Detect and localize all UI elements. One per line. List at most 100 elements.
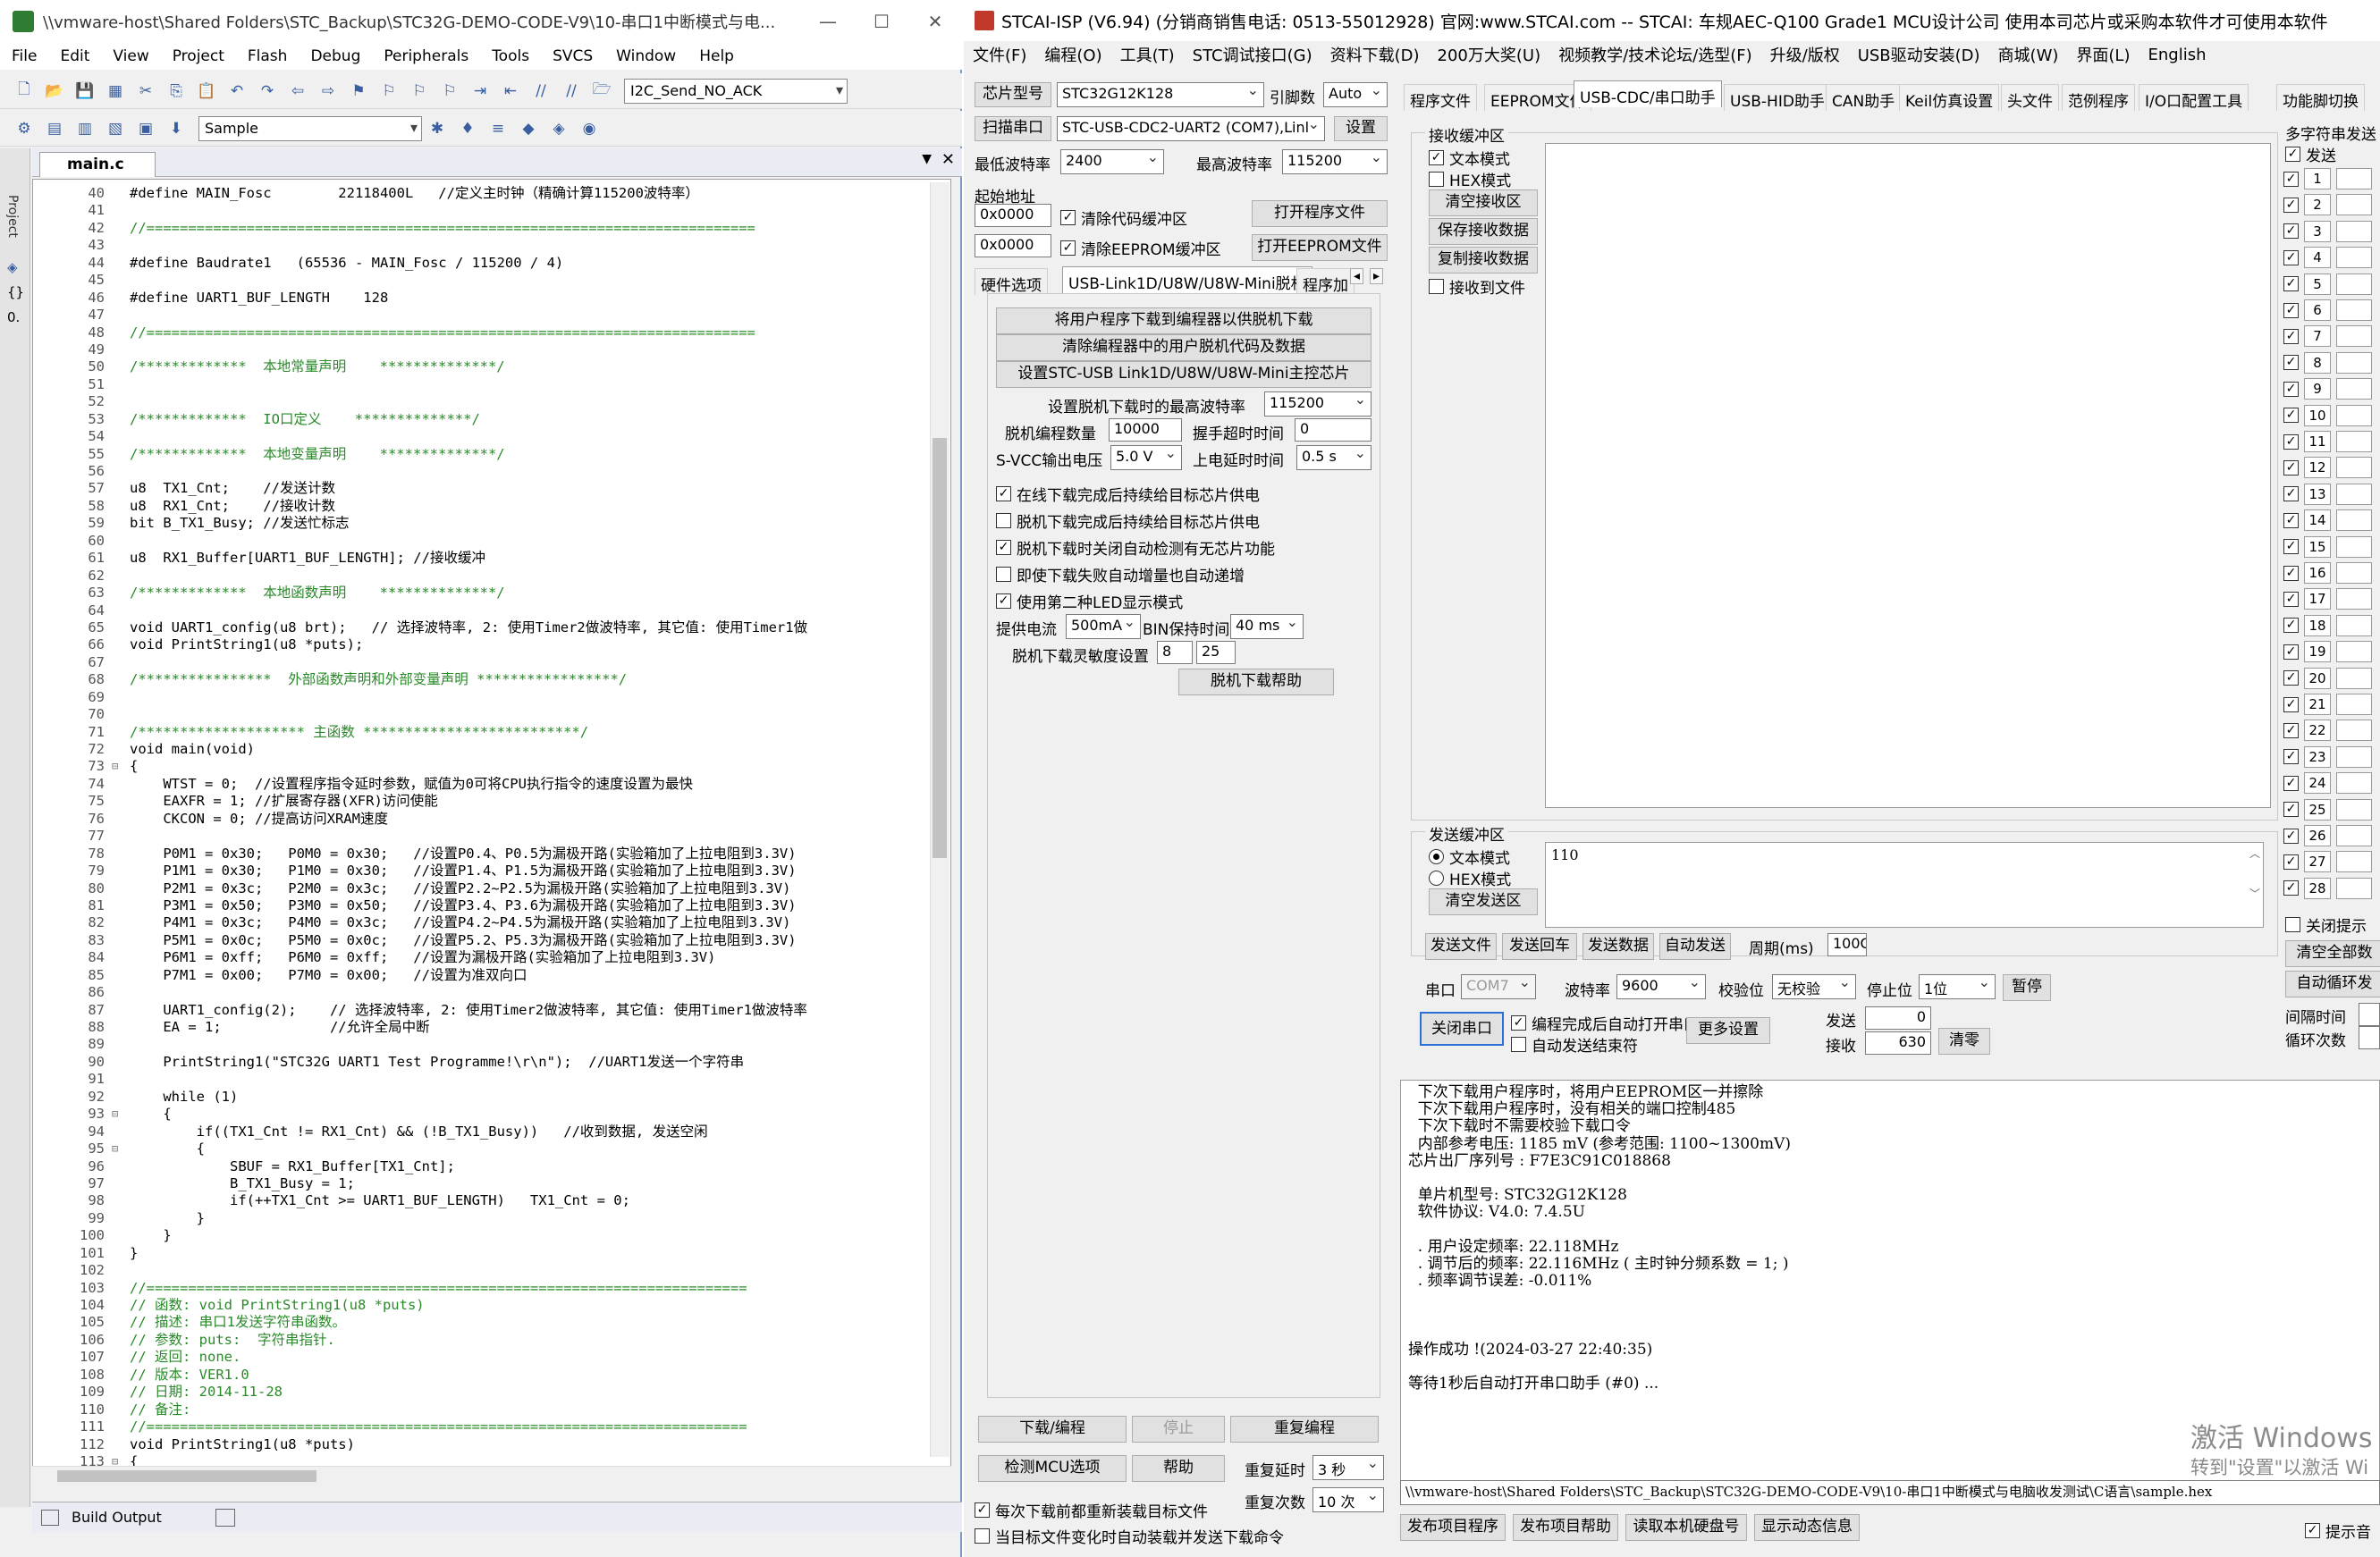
- offline-count-input[interactable]: 10000: [1109, 418, 1182, 442]
- multi-row-index-button[interactable]: 5: [2304, 273, 2331, 295]
- stc-menu-upgrade[interactable]: 升级/版权: [1761, 43, 1849, 66]
- multi-row-checkbox[interactable]: ✓: [2283, 302, 2299, 318]
- send-file-button[interactable]: 发送文件: [1425, 933, 1497, 960]
- multi-row-index-button[interactable]: 13: [2304, 483, 2331, 505]
- find-in-files-icon[interactable]: 🗁: [590, 80, 613, 103]
- fold-marker-icon[interactable]: [112, 1089, 130, 1106]
- multi-row-index-button[interactable]: 4: [2304, 247, 2331, 269]
- undo-icon[interactable]: ↶: [225, 80, 249, 103]
- show-dynamic-info-button[interactable]: 显示动态信息: [1754, 1514, 1860, 1541]
- tab-pin-switch[interactable]: 功能脚切换: [2276, 84, 2365, 111]
- menu-view[interactable]: View: [101, 47, 160, 65]
- target-select[interactable]: Sample: [198, 115, 422, 141]
- menu-edit[interactable]: Edit: [48, 47, 101, 65]
- multi-row-checkbox[interactable]: ✓: [2283, 459, 2299, 476]
- auto-reload-box[interactable]: [975, 1528, 990, 1544]
- baud-rate-select[interactable]: 9600: [1616, 974, 1706, 999]
- multi-row-index-button[interactable]: 20: [2304, 667, 2331, 689]
- reload-before-download-checkbox[interactable]: ✓ 每次下载前都重新装载目标文件: [975, 1499, 1208, 1521]
- fold-marker-icon[interactable]: [112, 636, 130, 653]
- multi-row-checkbox[interactable]: ✓: [2283, 565, 2299, 581]
- fold-marker-icon[interactable]: [112, 185, 130, 202]
- fold-marker-icon[interactable]: [112, 1297, 130, 1314]
- copy-receive-button[interactable]: 复制接收数据: [1429, 247, 1538, 274]
- fold-marker-icon[interactable]: [112, 1175, 130, 1192]
- fold-marker-icon[interactable]: [112, 897, 130, 914]
- chip-model-select[interactable]: STC32G12K128: [1057, 82, 1264, 107]
- menu-project[interactable]: Project: [161, 47, 236, 65]
- loop-count-input[interactable]: [2359, 1026, 2380, 1049]
- set-master-chip-button[interactable]: 设置STC-USB Link1D/U8W/U8W-Mini主控芯片: [996, 361, 1371, 388]
- tab-can-assistant[interactable]: CAN助手: [1826, 84, 1902, 111]
- fold-marker-icon[interactable]: [112, 428, 130, 445]
- redo-icon[interactable]: ↷: [256, 80, 279, 103]
- multi-row-checkbox[interactable]: ✓: [2283, 486, 2299, 502]
- fold-marker-icon[interactable]: [112, 358, 130, 375]
- fold-marker-icon[interactable]: [112, 654, 130, 671]
- fold-marker-icon[interactable]: [112, 1384, 130, 1401]
- function-select[interactable]: I2C_Send_NO_ACK: [624, 78, 848, 104]
- multi-send-box[interactable]: ✓: [2285, 147, 2300, 162]
- fold-marker-icon[interactable]: [112, 1158, 130, 1175]
- fold-marker-icon[interactable]: ⊟: [112, 1106, 130, 1123]
- max-baud-select[interactable]: 115200: [1282, 149, 1388, 174]
- fold-marker-icon[interactable]: [112, 1280, 130, 1297]
- stc-menu-ui[interactable]: 界面(L): [2067, 43, 2139, 66]
- stc-menu-program[interactable]: 编程(O): [1035, 43, 1110, 66]
- tab-header-file[interactable]: 头文件: [2001, 84, 2059, 111]
- multi-row-index-button[interactable]: 23: [2304, 745, 2331, 768]
- read-disk-id-button[interactable]: 读取本机硬盘号: [1625, 1514, 1747, 1541]
- save-receive-button[interactable]: 保存接收数据: [1429, 218, 1538, 245]
- tab-list-icon[interactable]: ▼: [922, 152, 932, 166]
- multi-row-input[interactable]: [2336, 798, 2372, 821]
- fold-marker-icon[interactable]: [112, 533, 130, 550]
- multi-row-input[interactable]: [2336, 851, 2372, 873]
- port-select[interactable]: STC-USB-CDC2-UART2 (COM7),Linl: [1057, 116, 1325, 141]
- reload-before-download-box[interactable]: ✓: [975, 1502, 990, 1518]
- editor-horizontal-scroll-thumb[interactable]: [57, 1470, 316, 1482]
- multi-row-index-button[interactable]: 16: [2304, 562, 2331, 584]
- fold-marker-icon[interactable]: [112, 220, 130, 237]
- menu-debug[interactable]: Debug: [299, 47, 372, 65]
- repeat-program-button[interactable]: 重复编程: [1230, 1416, 1379, 1443]
- interval-input[interactable]: [2359, 1003, 2380, 1026]
- debug-settings-icon[interactable]: ◉: [578, 117, 601, 140]
- build-icon[interactable]: ▤: [43, 117, 66, 140]
- multi-row-index-button[interactable]: 27: [2304, 851, 2331, 873]
- multi-row-input[interactable]: [2336, 588, 2372, 610]
- fold-marker-icon[interactable]: ⊟: [112, 1140, 130, 1157]
- publish-program-button[interactable]: 发布项目程序: [1400, 1514, 1506, 1541]
- fold-marker-icon[interactable]: [112, 689, 130, 706]
- fold-marker-icon[interactable]: [112, 776, 130, 793]
- multi-row-index-button[interactable]: 14: [2304, 509, 2331, 532]
- fold-marker-icon[interactable]: [112, 1002, 130, 1019]
- offline-option-2-box[interactable]: [996, 513, 1011, 528]
- multi-row-input[interactable]: [2336, 404, 2372, 426]
- fold-marker-icon[interactable]: [112, 1262, 130, 1279]
- multi-row-checkbox[interactable]: ✓: [2283, 591, 2299, 607]
- auto-send-button[interactable]: 自动发送: [1659, 933, 1731, 960]
- multi-row-index-button[interactable]: 28: [2304, 877, 2331, 899]
- serial-port-select[interactable]: COM7: [1461, 974, 1536, 999]
- clear-send-button[interactable]: 清空发送区: [1429, 888, 1538, 915]
- fold-marker-icon[interactable]: [112, 498, 130, 515]
- build-output-tab[interactable]: Build Output: [72, 1509, 162, 1526]
- fold-marker-icon[interactable]: [112, 341, 130, 358]
- auto-send-end-checkbox[interactable]: 自动发送结束符: [1511, 1033, 1638, 1056]
- multi-row-input[interactable]: [2336, 378, 2372, 400]
- tab-keil-sim[interactable]: Keil仿真设置: [1899, 84, 2000, 111]
- multi-row-input[interactable]: [2336, 641, 2372, 663]
- save-icon[interactable]: 💾: [73, 80, 97, 103]
- rebuild-icon[interactable]: ▥: [73, 117, 97, 140]
- stc-menu-file[interactable]: 文件(F): [964, 43, 1035, 66]
- close-tip-box[interactable]: [2285, 917, 2300, 932]
- multi-row-index-button[interactable]: 7: [2304, 325, 2331, 348]
- tab-main-c[interactable]: main.c: [39, 152, 156, 177]
- menu-tools[interactable]: Tools: [480, 47, 541, 65]
- multi-send-checkbox[interactable]: ✓ 发送: [2285, 143, 2336, 165]
- handshake-timeout-input[interactable]: 0: [1295, 418, 1371, 442]
- close-tip-checkbox[interactable]: 关闭提示: [2285, 913, 2367, 936]
- target-options-icon[interactable]: ✱: [426, 117, 449, 140]
- fold-marker-icon[interactable]: [112, 1349, 130, 1366]
- uncomment-icon[interactable]: //: [560, 80, 583, 103]
